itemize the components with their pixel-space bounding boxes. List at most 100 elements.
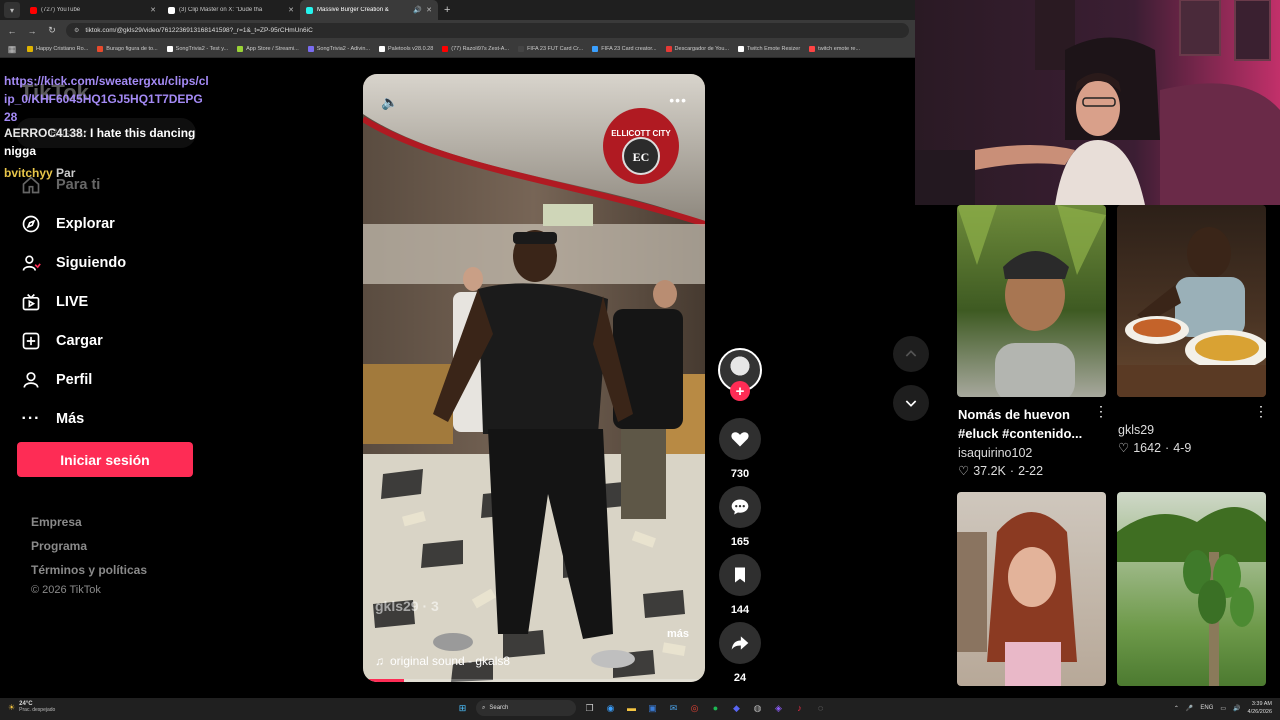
previous-video-button[interactable] [893,336,929,372]
comment-icon[interactable] [719,486,761,528]
video-player[interactable]: ELLICOTT CITY EC 🔈 ••• gkls29 · 3 más ♫ … [363,74,705,682]
bookmark-item[interactable]: Burago figura de to... [97,46,158,52]
footer-link-programa[interactable]: Programa [31,538,147,562]
bookmark-item[interactable]: SongTrivia2 - Test y... [166,46,228,52]
video-author[interactable]: gkls29 · 3 [375,598,439,614]
recommended-date: 2-22 [1018,463,1044,478]
browser-tab-active[interactable]: Massive Burger Creation & 🔊 ✕ [300,0,438,20]
more-vertical-icon[interactable]: ⋮ [1094,403,1108,420]
browser-tab-strip: ▾ (727) YouTube ✕ (3) Clip Master on X: … [0,0,915,20]
next-video-button[interactable] [893,385,929,421]
back-icon[interactable]: ← [6,26,18,36]
video-progress-bar[interactable] [363,679,705,682]
spotify-icon[interactable]: ● [708,701,723,716]
file-explorer-icon[interactable]: ▬ [624,701,639,716]
recommended-title[interactable]: Nomás de huevon #eluck #contenido... [958,405,1108,443]
network-icon[interactable]: ▭ [1220,705,1226,712]
discord-icon[interactable]: ◆ [729,701,744,716]
recommended-thumbnail[interactable] [957,492,1106,686]
video-sound[interactable]: ♫ original sound - gkals8 [375,654,510,668]
tab-search-icon[interactable]: ▾ [4,2,20,18]
caption-more-button[interactable]: más [667,628,689,640]
volume-icon[interactable]: 🔊 [1233,705,1240,712]
comment-action[interactable]: 165 [719,486,761,548]
bookmark-item[interactable]: FIFA 23 FUT Card Cr... [518,46,583,52]
url-field[interactable]: ⚙ tiktok.com/@gkls29/video/7612236913168… [66,23,909,38]
bookmark-favicon-icon [97,46,104,52]
heart-outline-icon: ♡ [1118,441,1130,455]
bookmark-favicon-icon [166,46,173,52]
bookmark-item[interactable]: Descargador de You... [665,46,729,52]
clock[interactable]: 3:39 AM 4/26/2026 [1248,700,1272,716]
sidebar-item-mas[interactable]: ··· Más [20,399,200,438]
save-action[interactable]: 144 [719,554,761,616]
browser-tab[interactable]: (727) YouTube ✕ [24,0,162,20]
bookmark-label: (77) Razoli97s Zest-A... [451,46,510,52]
sidebar-item-live[interactable]: LIVE [20,282,200,321]
mute-icon[interactable]: 🔈 [381,94,398,111]
obs-icon[interactable]: ◍ [750,701,765,716]
bookmark-item[interactable]: Twitch Emote Resizer [737,46,800,52]
task-view-icon[interactable]: ❐ [582,701,597,716]
share-action[interactable]: 24 [719,622,761,684]
chevron-up-icon [905,350,917,357]
edge-icon[interactable]: ◉ [603,701,618,716]
chat-username: bvitchyy [4,166,53,180]
recommended-thumbnail[interactable] [1117,205,1266,397]
close-icon[interactable]: ✕ [288,6,294,14]
footer-link-terminos[interactable]: Términos y políticas [31,562,147,586]
recommended-author[interactable]: isaquirino102 [958,446,1032,460]
site-info-icon[interactable]: ⚙ [74,27,79,34]
recommended-author[interactable]: gkls29 [1118,423,1154,437]
like-action[interactable]: 730 [719,418,761,480]
bookmark-item[interactable]: SongTrivia2 - Adivin... [307,46,370,52]
apps-grid-icon[interactable]: ▦ [6,44,18,55]
weather-sun-icon: ☀ [8,702,16,712]
app-icon[interactable]: ◌ [813,701,828,716]
bookmark-item[interactable]: FIFA 23 Card creator... [592,46,657,52]
footer-link-empresa[interactable]: Empresa [31,514,147,538]
reload-icon[interactable]: ↻ [46,25,58,36]
app-icon[interactable]: ◈ [771,701,786,716]
bookmark-item[interactable]: Happy Cristiano Ro... [27,46,88,52]
chat-message: Par [56,166,76,180]
forward-icon[interactable]: → [26,26,38,36]
video-author-suffix: · 3 [422,598,439,614]
follow-plus-icon[interactable]: + [730,381,750,401]
sidebar-item-explorar[interactable]: Explorar [20,204,200,243]
sidebar-item-siguiendo[interactable]: Siguiendo [20,243,200,282]
chrome-icon[interactable]: ◎ [687,701,702,716]
weather-widget[interactable]: ☀ 24°C Prac. despejado [8,701,55,713]
heart-icon[interactable] [719,418,761,460]
taskbar-search[interactable]: ⌕ Search [476,700,576,716]
recommended-thumbnail[interactable] [1117,492,1266,686]
sidebar-item-perfil[interactable]: Perfil [20,360,200,399]
mail-icon[interactable]: ✉ [666,701,681,716]
bookmark-item[interactable]: App Store / Streami... [237,46,299,52]
close-icon[interactable]: ✕ [150,6,156,14]
bookmark-item[interactable]: Paletools v28.0.28 [379,46,433,52]
chevron-up-icon[interactable]: ⌃ [1174,705,1179,712]
speaker-icon[interactable]: 🔊 [413,6,422,14]
share-icon[interactable] [719,622,761,664]
tab-label: (3) Clip Master on X: "Dude tha [179,7,263,13]
browser-tab[interactable]: (3) Clip Master on X: "Dude tha ✕ [162,0,300,20]
login-button[interactable]: Iniciar sesión [17,442,193,477]
store-icon[interactable]: ▣ [645,701,660,716]
sidebar-item-label: Siguiendo [56,254,127,271]
music-icon[interactable]: ♪ [792,701,807,716]
close-icon[interactable]: ✕ [426,6,432,14]
new-tab-button[interactable]: + [444,4,450,16]
more-vertical-icon[interactable]: ⋮ [1254,403,1268,420]
more-options-icon[interactable]: ••• [669,92,687,108]
bookmark-item[interactable]: (77) Razoli97s Zest-A... [442,46,509,52]
recommended-thumbnail[interactable] [957,205,1106,397]
bookmark-icon[interactable] [719,554,761,596]
sidebar-item-cargar[interactable]: Cargar [20,321,200,360]
language-indicator[interactable]: ENG [1200,705,1213,711]
windows-start-icon[interactable]: ⊞ [455,701,470,716]
mic-icon[interactable]: 🎤 [1186,705,1193,712]
recommended-likes: 37.2K [973,463,1006,478]
search-icon: ⌕ [482,704,486,711]
bookmark-item[interactable]: twitch emote re... [809,46,860,52]
